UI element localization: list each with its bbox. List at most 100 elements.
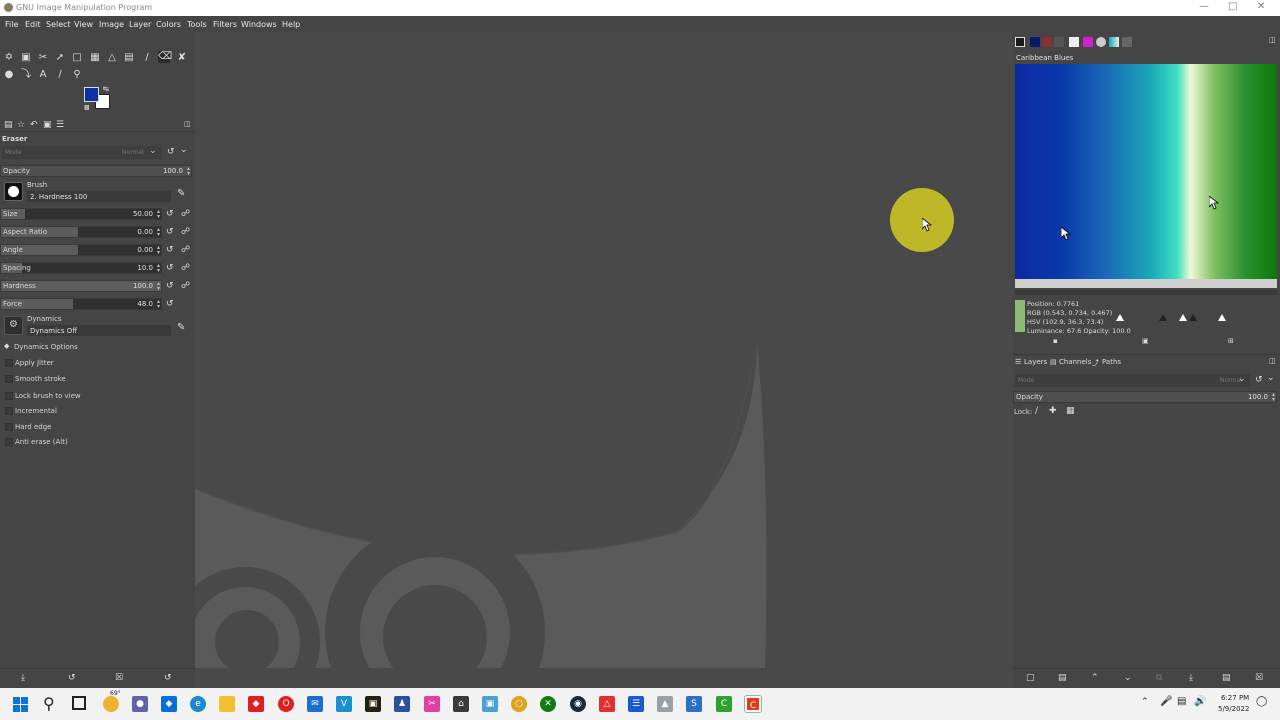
color-picker-tool-icon[interactable]: ∕ (54, 69, 66, 81)
anti-erase-checkbox[interactable] (5, 438, 13, 446)
menu-help[interactable]: Help (282, 20, 300, 29)
clock-time[interactable]: 6:27 PM (1221, 694, 1249, 702)
lock-pixels-icon[interactable]: ∕ (1035, 406, 1038, 416)
gradient-stops-bar[interactable] (1015, 279, 1277, 288)
reset-icon[interactable]: ↺ (166, 299, 174, 309)
layer-mode-select[interactable]: Mode Normal ⌄ (1015, 374, 1250, 387)
menu-layer[interactable]: Layer (129, 20, 151, 29)
new-layer-group-icon[interactable]: ▤ (1058, 673, 1067, 683)
patterns-tab-icon[interactable] (1030, 37, 1040, 47)
text-tool-icon[interactable]: A (37, 69, 49, 81)
file-explorer-icon[interactable] (219, 696, 235, 712)
camtasia-icon[interactable]: C (745, 696, 761, 712)
microphone-icon[interactable]: 🎤 (1160, 696, 1172, 707)
spinner-icon[interactable]: ▴ ▾ (157, 209, 160, 220)
reset-icon[interactable]: ↺ (166, 281, 174, 291)
perspective-clone-icon[interactable]: ▤ (123, 52, 135, 64)
tab-channels[interactable]: Channels (1059, 358, 1091, 366)
bucket-fill-tool-icon[interactable]: ● (3, 69, 15, 81)
aspect-ratio-slider[interactable]: Aspect Ratio 0.00 ▴ ▾ (0, 226, 162, 238)
reset-icon[interactable]: ↺ (166, 209, 174, 219)
chevron-down-icon[interactable]: ⌄ (180, 145, 188, 155)
minimize-icon[interactable]: — (1199, 1, 1209, 12)
angle-slider[interactable]: Angle 0.00 ▴ ▾ (0, 244, 162, 256)
delete-preset-icon[interactable]: ☒ (115, 673, 123, 683)
incremental-checkbox[interactable] (5, 407, 13, 415)
menu-file[interactable]: File (5, 20, 18, 29)
swap-colors-icon[interactable]: ↹ (103, 85, 109, 93)
app-house-icon[interactable]: ⌂ (453, 696, 469, 712)
eraser-tool-icon[interactable]: ⌫ (158, 51, 172, 63)
menu-colors[interactable]: Colors (156, 20, 181, 29)
delete-layer-icon[interactable]: ☒ (1255, 673, 1263, 683)
edit-dynamics-icon[interactable]: ✎ (177, 322, 185, 333)
brush-preview[interactable] (4, 182, 23, 201)
gradient-stop[interactable] (1179, 314, 1187, 321)
link-icon[interactable]: ☍ (181, 245, 190, 255)
tool-presets-tab-icon[interactable] (1122, 37, 1132, 47)
palettes-tab-icon[interactable] (1054, 37, 1064, 47)
menu-tools[interactable]: Tools (187, 20, 207, 29)
mask-layer-icon[interactable]: ▤ (1222, 673, 1231, 683)
fonts-tab-icon[interactable] (1042, 37, 1052, 47)
dynamics-preview[interactable]: ⚙ (4, 316, 23, 335)
apply-jitter-checkbox[interactable] (5, 359, 13, 367)
tab-layers[interactable]: Layers (1024, 358, 1047, 366)
hard-edge-checkbox[interactable] (5, 423, 13, 431)
gradient-editor-tab-icon[interactable] (1109, 37, 1119, 47)
xbox-icon[interactable]: ✕ (540, 696, 556, 712)
menu-windows[interactable]: Windows (241, 20, 277, 29)
edge-icon[interactable]: e (190, 696, 206, 712)
warp-tool-icon[interactable]: △ (106, 52, 118, 64)
panel-menu-icon[interactable]: ◫ (1269, 357, 1276, 365)
move-tool-icon[interactable]: ✡ (3, 52, 15, 64)
spinner-icon[interactable]: ▴ ▾ (187, 166, 190, 177)
gradient-stop[interactable] (1159, 314, 1167, 321)
foreground-color-swatch[interactable] (84, 87, 99, 102)
lower-layer-icon[interactable]: ⌄ (1124, 673, 1132, 683)
panel-menu-icon[interactable]: ◫ (184, 120, 191, 128)
vpn-icon[interactable]: V (336, 696, 352, 712)
zoom-tool-icon[interactable]: ⚲ (71, 69, 83, 81)
spinner-icon[interactable]: ▴ ▾ (157, 263, 160, 274)
gradient-stop[interactable] (1116, 314, 1124, 321)
lock-brush-checkbox[interactable] (5, 392, 13, 400)
dynamics-options-expander[interactable]: Dynamics Options (14, 343, 78, 351)
new-layer-icon[interactable]: □ (1026, 673, 1035, 683)
brush-name-field[interactable]: 2. Hardness 100 (27, 191, 171, 202)
free-select-tool-icon[interactable]: ✂ (37, 52, 49, 64)
spinner-icon[interactable]: ▴ ▾ (157, 227, 160, 238)
tab-paths[interactable]: Paths (1102, 358, 1121, 366)
reset-icon[interactable]: ↺ (166, 245, 174, 255)
tool-options-tab-icon[interactable]: ▤ (4, 120, 13, 130)
close-icon[interactable]: ✕ (1257, 1, 1265, 12)
size-slider[interactable]: Size 50.00 ▴ ▾ (0, 208, 162, 220)
document-tab-icon[interactable] (1069, 37, 1079, 47)
reset-mode-icon[interactable]: ↺ (167, 147, 175, 157)
list-tab-icon[interactable]: ☰ (56, 120, 64, 130)
reset-icon[interactable]: ↺ (166, 263, 174, 273)
network-icon[interactable]: ▤ (1177, 696, 1186, 707)
panel-menu-icon[interactable]: ◫ (1269, 36, 1276, 44)
opera-icon[interactable]: O (278, 696, 294, 712)
notepad-icon[interactable]: ☰ (628, 696, 644, 712)
paintbrush-tool-icon[interactable]: ∕ (141, 52, 153, 64)
weather-icon[interactable] (103, 696, 119, 712)
steam-icon[interactable]: ◉ (570, 696, 586, 712)
spacing-slider[interactable]: Spacing 10.0 ▴ ▾ (0, 262, 162, 274)
spinner-icon[interactable]: ▴ ▾ (157, 245, 160, 256)
gradients-tab-icon[interactable] (1083, 37, 1093, 47)
notification-icon[interactable]: ◯ (1256, 696, 1267, 707)
lock-position-icon[interactable]: ✚ (1049, 406, 1057, 416)
dynamics-field[interactable]: Dynamics Off (27, 325, 171, 336)
reset-mode-icon[interactable]: ↺ (1255, 375, 1263, 385)
default-colors-icon[interactable]: ▩ (84, 104, 90, 111)
opacity-slider[interactable]: Opacity 100.0 ▴ ▾ (0, 165, 192, 177)
gradient-scrollbar[interactable] (1015, 290, 1277, 295)
chevron-up-icon[interactable]: ⌃ (1141, 697, 1149, 707)
zoom-out-icon[interactable]: ▪ (1053, 337, 1058, 345)
raise-layer-icon[interactable]: ⌃ (1091, 673, 1099, 683)
task-view-icon[interactable] (72, 696, 86, 710)
app-dark-icon[interactable]: ▣ (365, 696, 381, 712)
windows-start-icon[interactable] (13, 697, 28, 712)
